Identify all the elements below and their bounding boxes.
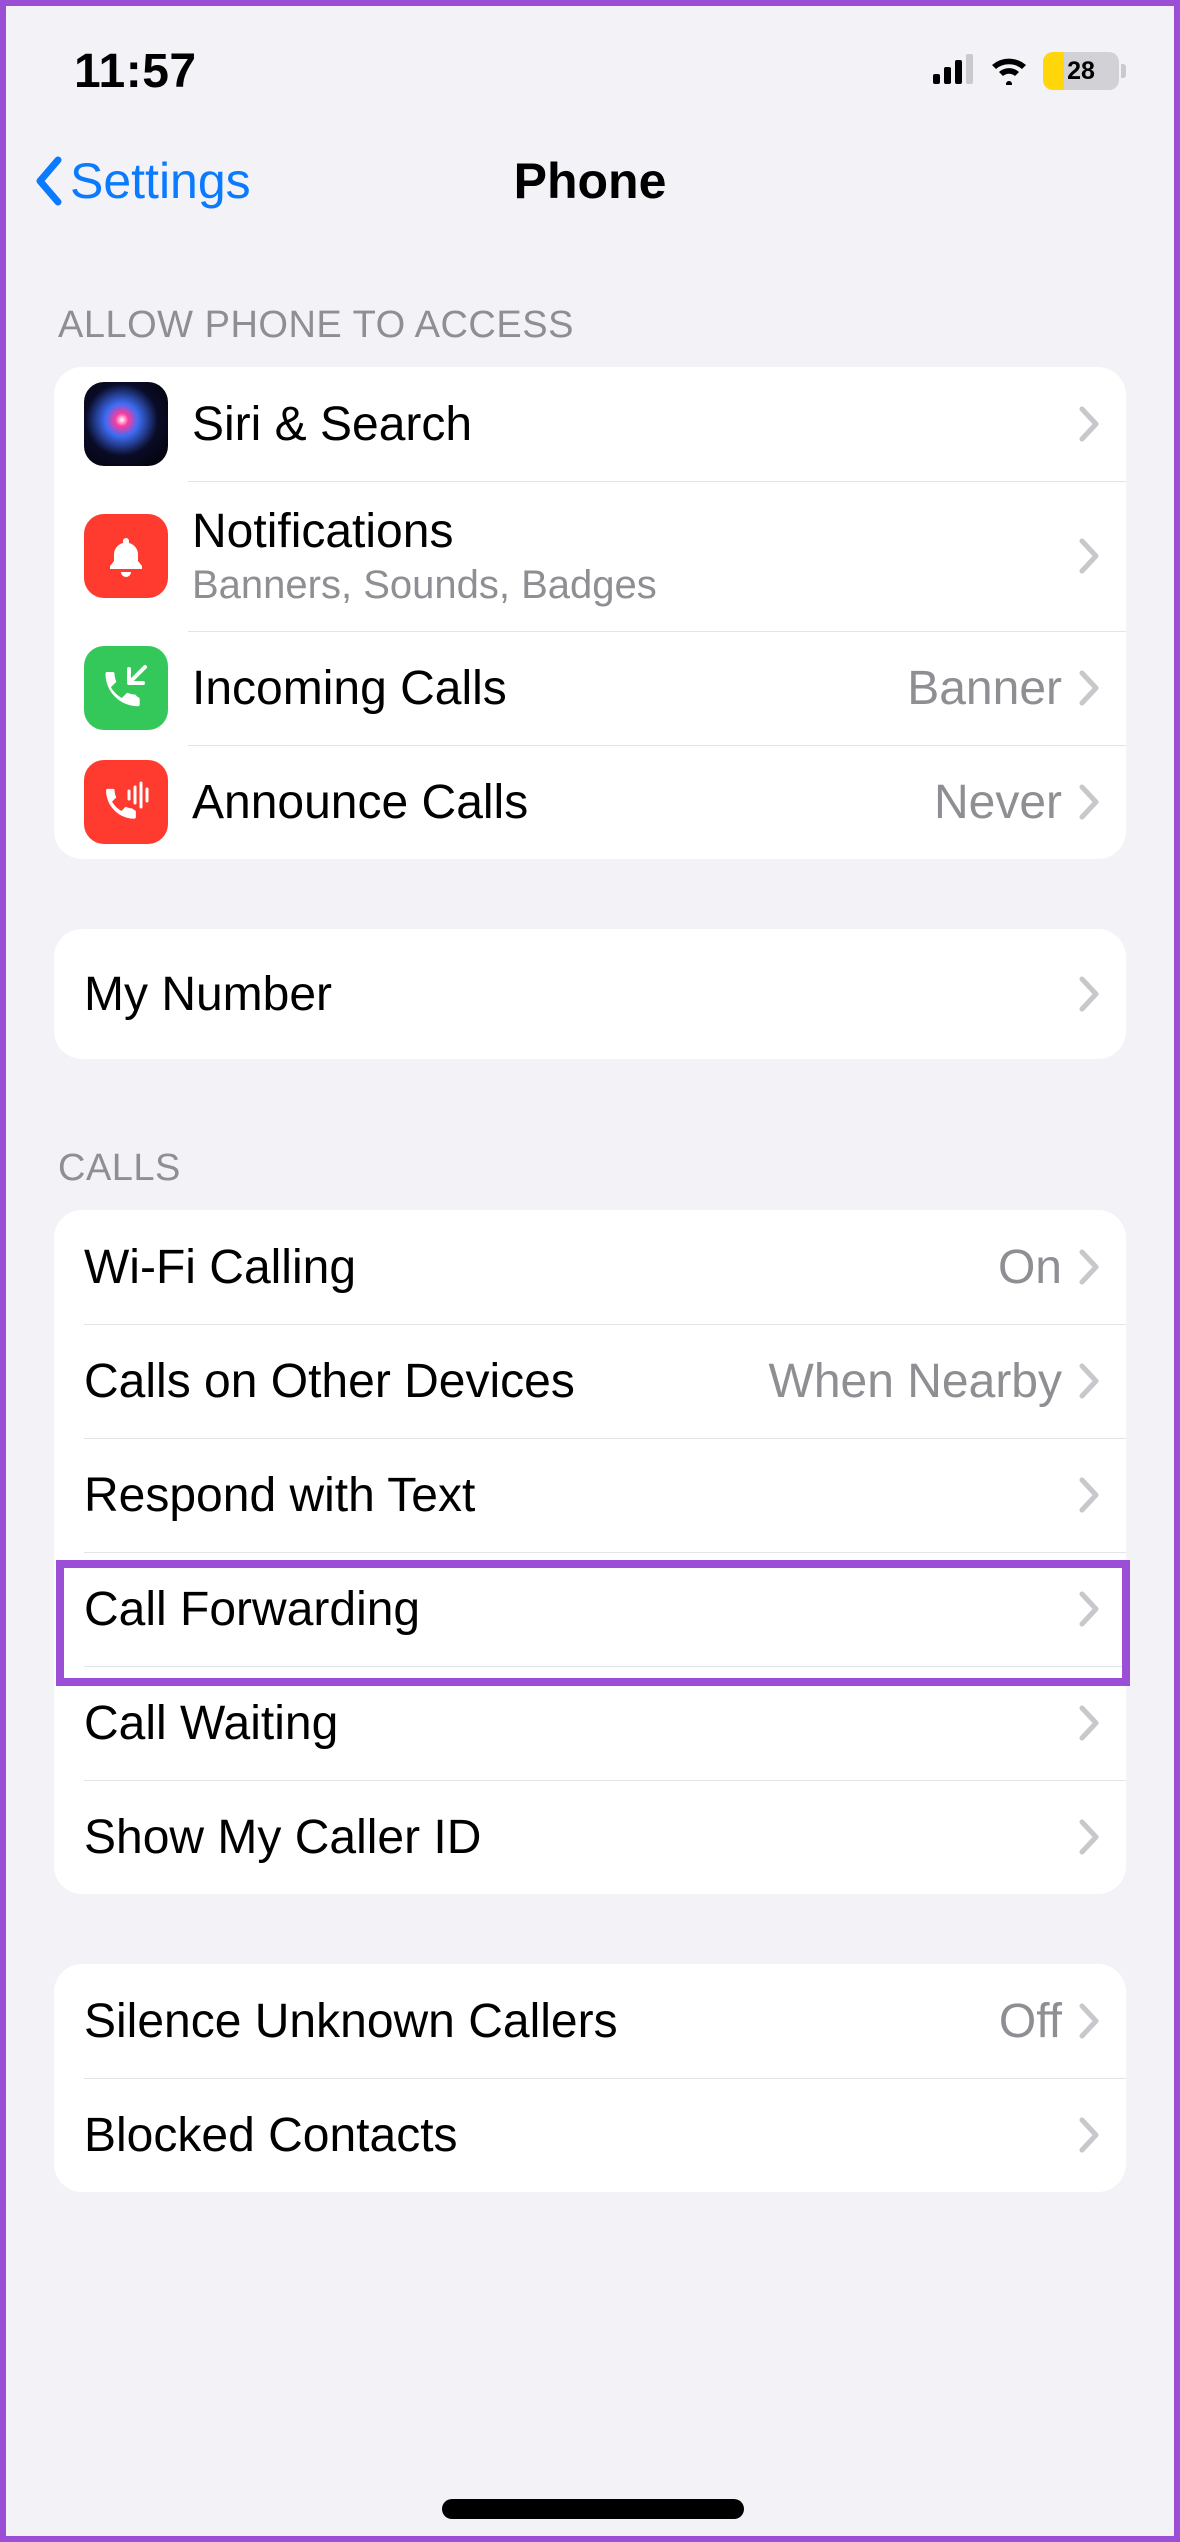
- chevron-right-icon: [1078, 405, 1100, 443]
- group-silence: Silence Unknown Callers Off Blocked Cont…: [54, 1964, 1126, 2192]
- row-call-waiting[interactable]: Call Waiting: [54, 1666, 1126, 1780]
- group-my-number: My Number: [54, 929, 1126, 1059]
- redacted-phone-number: [678, 966, 1068, 1022]
- row-value: On: [998, 1240, 1062, 1295]
- chevron-right-icon: [1078, 1248, 1100, 1286]
- row-announce-calls[interactable]: Announce Calls Never: [54, 745, 1126, 859]
- row-incoming-calls[interactable]: Incoming Calls Banner: [54, 631, 1126, 745]
- row-label: Siri & Search: [192, 397, 1078, 452]
- row-label: My Number: [84, 967, 678, 1022]
- section-header-access: ALLOW PHONE TO ACCESS: [14, 286, 1166, 367]
- chevron-right-icon: [1078, 1362, 1100, 1400]
- chevron-right-icon: [1078, 1590, 1100, 1628]
- row-sublabel: Banners, Sounds, Badges: [192, 563, 1078, 608]
- wifi-icon: [987, 53, 1031, 90]
- battery-indicator: 28: [1043, 52, 1126, 90]
- row-call-forwarding[interactable]: Call Forwarding: [54, 1552, 1126, 1666]
- chevron-right-icon: [1078, 1476, 1100, 1514]
- nav-bar: Settings Phone: [14, 136, 1166, 226]
- back-button[interactable]: Settings: [34, 152, 251, 210]
- row-respond-with-text[interactable]: Respond with Text: [54, 1438, 1126, 1552]
- home-indicator: [442, 2499, 744, 2519]
- cellular-signal-icon: [933, 54, 975, 89]
- chevron-right-icon: [1078, 2002, 1100, 2040]
- chevron-right-icon: [1078, 1704, 1100, 1742]
- chevron-right-icon: [1078, 669, 1100, 707]
- chevron-right-icon: [1078, 2116, 1100, 2154]
- siri-icon: [84, 382, 168, 466]
- row-my-number[interactable]: My Number: [54, 929, 1126, 1059]
- group-calls: Wi-Fi Calling On Calls on Other Devices …: [54, 1210, 1126, 1894]
- row-value: Off: [999, 1994, 1062, 2049]
- row-label: Calls on Other Devices: [84, 1354, 769, 1409]
- row-label: Call Waiting: [84, 1696, 1078, 1751]
- group-access: Siri & Search Notifications Banners, Sou…: [54, 367, 1126, 859]
- chevron-left-icon: [34, 156, 64, 206]
- chevron-right-icon: [1078, 537, 1100, 575]
- row-label: Respond with Text: [84, 1468, 1078, 1523]
- row-wifi-calling[interactable]: Wi-Fi Calling On: [54, 1210, 1126, 1324]
- row-value: Never: [934, 775, 1062, 830]
- chevron-right-icon: [1078, 1818, 1100, 1856]
- row-label: Call Forwarding: [84, 1582, 1078, 1637]
- row-notifications[interactable]: Notifications Banners, Sounds, Badges: [54, 481, 1126, 631]
- row-label: Silence Unknown Callers: [84, 1994, 999, 2049]
- section-header-calls: CALLS: [14, 1129, 1166, 1210]
- row-label: Wi-Fi Calling: [84, 1240, 998, 1295]
- row-value: Banner: [907, 661, 1062, 716]
- row-show-caller-id[interactable]: Show My Caller ID: [54, 1780, 1126, 1894]
- battery-percentage: 28: [1043, 52, 1119, 90]
- status-bar: 11:57 28: [14, 6, 1166, 136]
- row-siri-search[interactable]: Siri & Search: [54, 367, 1126, 481]
- row-silence-unknown[interactable]: Silence Unknown Callers Off: [54, 1964, 1126, 2078]
- back-label: Settings: [70, 152, 251, 210]
- chevron-right-icon: [1078, 783, 1100, 821]
- row-label: Incoming Calls: [192, 661, 907, 716]
- row-label: Blocked Contacts: [84, 2108, 1078, 2163]
- row-label: Show My Caller ID: [84, 1810, 1078, 1865]
- chevron-right-icon: [1078, 975, 1100, 1013]
- row-label: Announce Calls: [192, 775, 934, 830]
- row-calls-other-devices[interactable]: Calls on Other Devices When Nearby: [54, 1324, 1126, 1438]
- row-value: When Nearby: [769, 1354, 1062, 1409]
- announce-calls-icon: [84, 760, 168, 844]
- row-blocked-contacts[interactable]: Blocked Contacts: [54, 2078, 1126, 2192]
- status-time: 11:57: [74, 44, 197, 99]
- notifications-icon: [84, 514, 168, 598]
- row-label: Notifications: [192, 504, 1078, 559]
- incoming-call-icon: [84, 646, 168, 730]
